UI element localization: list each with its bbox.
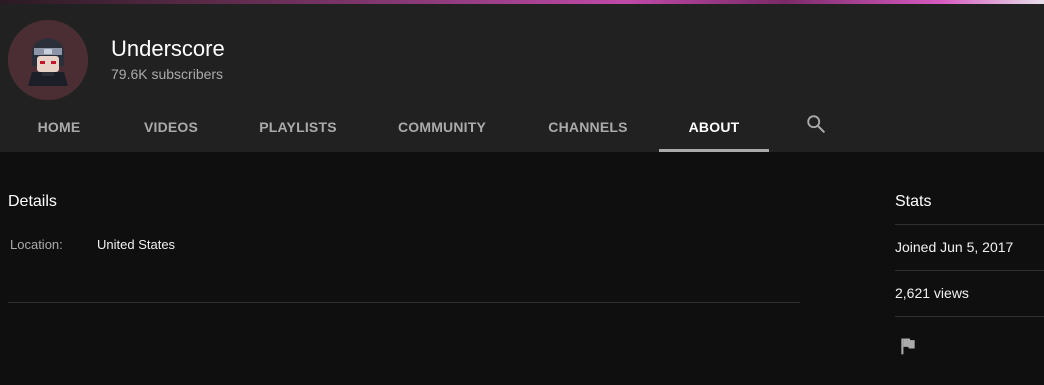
stats-divider — [895, 270, 1044, 271]
details-divider — [8, 302, 800, 303]
tab-about[interactable]: ABOUT — [659, 108, 769, 152]
details-heading: Details — [8, 193, 57, 210]
tab-playlists[interactable]: PLAYLISTS — [238, 108, 358, 152]
location-label: Location: — [10, 237, 63, 252]
joined-date: Joined Jun 5, 2017 — [895, 239, 1014, 255]
ninja-avatar-icon — [8, 20, 88, 100]
search-icon[interactable] — [805, 113, 827, 135]
tab-community[interactable]: COMMUNITY — [380, 108, 504, 152]
channel-title: Underscore — [111, 36, 225, 61]
subscriber-count: 79.6K subscribers — [111, 66, 224, 82]
location-value: United States — [97, 237, 176, 252]
stats-heading: Stats — [895, 193, 932, 210]
tab-home[interactable]: HOME — [14, 108, 104, 152]
channel-header: Underscore 79.6K subscribers HOME VIDEOS… — [0, 4, 1044, 152]
channel-avatar[interactable] — [8, 20, 88, 100]
tab-videos[interactable]: VIDEOS — [126, 108, 216, 152]
view-count: 2,621 views — [895, 285, 969, 301]
channel-tabs: HOME VIDEOS PLAYLISTS COMMUNITY CHANNELS… — [0, 108, 1044, 152]
flag-icon[interactable] — [898, 336, 918, 356]
stats-divider — [895, 224, 1044, 225]
tab-channels[interactable]: CHANNELS — [526, 108, 650, 152]
stats-divider — [895, 316, 1044, 317]
